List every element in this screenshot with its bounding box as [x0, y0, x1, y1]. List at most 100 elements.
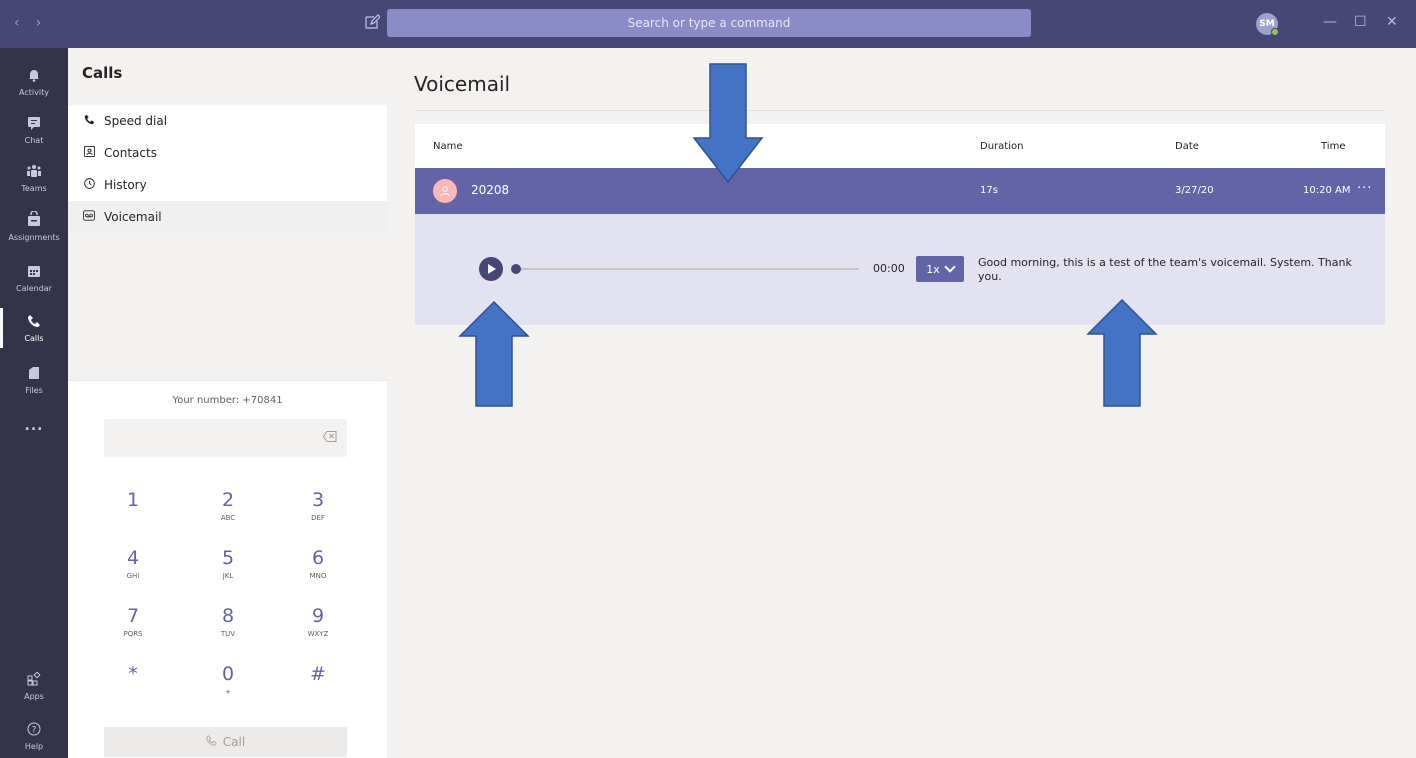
- dial-key[interactable]: #: [283, 663, 353, 713]
- caller-name: 20208: [471, 183, 510, 197]
- assignments-icon: [27, 209, 41, 231]
- dial-key-letters: TUV: [220, 630, 236, 638]
- play-button[interactable]: [479, 257, 503, 281]
- search-input[interactable]: Search or type a command: [387, 9, 1031, 37]
- calls-title: Calls: [82, 64, 123, 82]
- column-date[interactable]: Date: [1175, 141, 1199, 152]
- app-rail: Activity Chat Teams Assignments Calendar…: [0, 48, 68, 758]
- dial-pad: Your number: +70841 1 2 ABC 3 DEF 4 GHI 5 JKL 6 MN…: [68, 380, 387, 758]
- playback-speed-dropdown[interactable]: 1x: [916, 256, 964, 282]
- dial-key[interactable]: 8 TUV: [193, 605, 263, 655]
- calls-nav: Speed dial Contacts History Voicemail: [68, 105, 387, 233]
- dial-key[interactable]: 5 JKL: [193, 547, 263, 597]
- rail-item-activity[interactable]: Activity: [0, 56, 68, 108]
- svg-text:?: ?: [32, 725, 37, 735]
- page-title: Voicemail: [414, 72, 511, 96]
- dial-key[interactable]: 9 WXYZ: [283, 605, 353, 655]
- annotation-down-arrow-icon: [692, 63, 764, 184]
- rail-item-files[interactable]: Files: [0, 354, 68, 406]
- bell-icon: [27, 68, 41, 86]
- dial-key-digit: 2: [221, 489, 235, 511]
- back-icon[interactable]: ‹: [14, 15, 20, 31]
- rail-item-help[interactable]: ? Help: [0, 710, 68, 758]
- table-header: Name Duration Date Time: [415, 124, 1385, 168]
- backspace-icon[interactable]: [322, 431, 337, 443]
- rail-item-teams[interactable]: Teams: [0, 152, 68, 204]
- dial-key[interactable]: 6 MNO: [283, 547, 353, 597]
- dial-key[interactable]: *: [98, 663, 168, 713]
- phone-icon: [27, 314, 41, 332]
- voicemail-detail: 00:00 1x Good morning, this is a test of…: [415, 214, 1385, 325]
- close-button[interactable]: ✕: [1386, 14, 1398, 30]
- dial-key[interactable]: 3 DEF: [283, 489, 353, 539]
- dial-key-digit: *: [128, 663, 138, 685]
- speed-value: 1x: [926, 262, 940, 276]
- phone-icon: [206, 735, 217, 749]
- forward-icon[interactable]: ›: [36, 15, 42, 31]
- phone-icon: [82, 114, 96, 128]
- duration-value: 17s: [980, 185, 998, 196]
- more-icon: ...: [24, 418, 44, 434]
- rail-item-calendar[interactable]: Calendar: [0, 252, 68, 304]
- table-row[interactable]: 20208 17s 3/27/20 10:20 AM ···: [415, 168, 1385, 214]
- annotation-up-arrow-icon: [1086, 298, 1158, 407]
- play-icon: [488, 264, 496, 274]
- calls-item-voicemail[interactable]: Voicemail: [68, 201, 387, 233]
- playback-slider[interactable]: [515, 268, 859, 270]
- dial-key-letters: DEF: [311, 514, 325, 522]
- slider-handle[interactable]: [511, 264, 521, 274]
- date-value: 3/27/20: [1175, 185, 1214, 196]
- contacts-icon: [82, 146, 96, 160]
- rail-item-assignments[interactable]: Assignments: [0, 200, 68, 252]
- chevron-down-icon: [944, 261, 956, 273]
- more-options-icon[interactable]: ···: [1357, 181, 1372, 196]
- calls-item-history[interactable]: History: [68, 169, 387, 201]
- presence-icon: [1271, 28, 1279, 36]
- dial-key[interactable]: 7 PQRS: [98, 605, 168, 655]
- rail-item-calls[interactable]: Calls: [0, 302, 68, 354]
- minimize-button[interactable]: —: [1323, 14, 1337, 30]
- calls-item-label: Contacts: [104, 146, 157, 160]
- dial-key-digit: 4: [126, 547, 140, 569]
- dial-key-letters: GHI: [126, 572, 140, 580]
- elapsed-time: 00:00: [873, 262, 905, 275]
- transcript-text: Good morning, this is a test of the team…: [978, 256, 1352, 283]
- rail-item-apps[interactable]: Apps: [0, 660, 68, 712]
- column-time[interactable]: Time: [1321, 141, 1345, 152]
- apps-icon: [27, 670, 41, 690]
- dial-key-letters: JKL: [222, 572, 234, 580]
- compose-icon[interactable]: [364, 14, 382, 32]
- call-button[interactable]: Call: [104, 727, 347, 757]
- dial-key-letters: PQRS: [123, 630, 143, 638]
- calls-panel: Calls Speed dial Contacts History Voicem…: [68, 48, 387, 758]
- voicemail-table: Name Duration Date Time 20208 17s 3/27/2…: [415, 124, 1385, 325]
- help-icon: ?: [27, 722, 41, 740]
- call-label: Call: [222, 735, 246, 749]
- dial-key-letters: MNO: [309, 572, 327, 580]
- voicemail-icon: [82, 210, 96, 224]
- rail-item-chat[interactable]: Chat: [0, 104, 68, 156]
- dial-key-digit: 6: [311, 547, 325, 569]
- dial-key-digit: #: [310, 663, 326, 685]
- file-icon: [28, 366, 40, 384]
- dial-key[interactable]: 1: [98, 489, 168, 539]
- dial-key[interactable]: 0 +: [193, 663, 263, 713]
- dial-key-digit: 1: [126, 489, 140, 511]
- column-name[interactable]: Name: [433, 141, 463, 152]
- calls-item-label: Voicemail: [104, 210, 162, 224]
- dial-key-digit: 5: [221, 547, 235, 569]
- dial-key[interactable]: 2 ABC: [193, 489, 263, 539]
- dial-key-digit: 9: [311, 605, 325, 627]
- voicemail-view: Voicemail Name Duration Date Time 20208 …: [387, 48, 1416, 758]
- calls-item-label: History: [104, 178, 147, 192]
- maximize-button[interactable]: ☐: [1354, 14, 1367, 30]
- teams-icon: [26, 164, 42, 182]
- calls-item-contacts[interactable]: Contacts: [68, 137, 387, 169]
- your-number: Your number: +70841: [172, 395, 283, 406]
- calls-item-speed-dial[interactable]: Speed dial: [68, 105, 387, 137]
- dial-key[interactable]: 4 GHI: [98, 547, 168, 597]
- more-apps-button[interactable]: ...: [0, 400, 68, 452]
- column-duration[interactable]: Duration: [980, 141, 1023, 152]
- dial-input[interactable]: [104, 419, 347, 457]
- dial-key-letters: ABC: [220, 514, 236, 522]
